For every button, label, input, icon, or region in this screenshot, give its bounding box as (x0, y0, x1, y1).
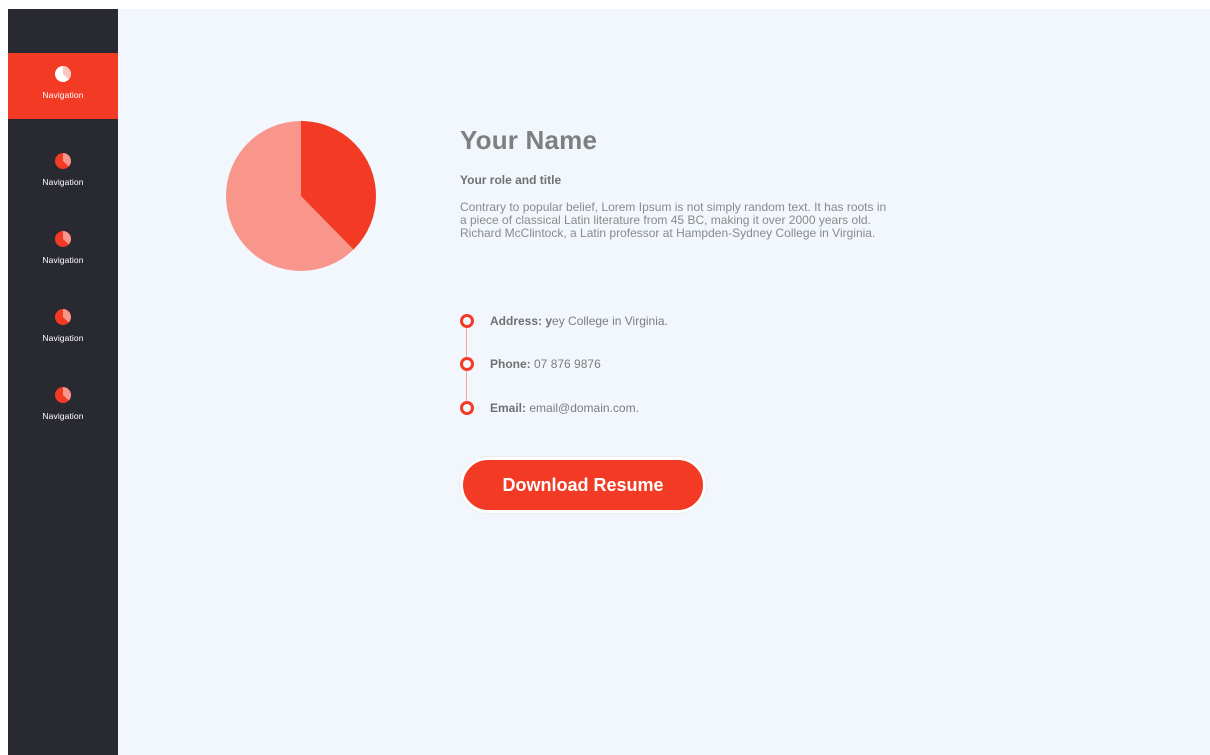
contact-phone-value: 07 876 9876 (530, 357, 601, 371)
sidebar-item-label: Navigation (42, 411, 84, 421)
timeline-ring-icon (460, 401, 474, 415)
profile-bio: Contrary to popular belief, Lorem Ipsum … (460, 200, 887, 240)
sidebar-item-label: Navigation (42, 90, 84, 100)
pie-chart-icon (55, 387, 71, 403)
contact-email-label: Email: (490, 401, 527, 415)
contact-timeline: Address: yey College in Virginia. Phone:… (460, 304, 860, 415)
pie-chart-icon (55, 66, 71, 82)
sidebar-item-3[interactable]: Navigation (8, 218, 118, 284)
app-frame: Navigation Navigation Navigation Navigat… (8, 9, 1210, 755)
download-resume-button[interactable]: Download Resume (460, 457, 706, 513)
pie-chart-icon (55, 153, 71, 169)
sidebar-item-1[interactable]: Navigation (8, 53, 118, 119)
profile-pie-graphic (226, 121, 376, 271)
contact-phone-text: Phone: 07 876 9876 (490, 357, 601, 371)
contact-phone-label: Phone: (490, 357, 531, 371)
pie-chart-icon (55, 231, 71, 247)
contact-address-value: ey College in Virginia. (552, 314, 668, 328)
contact-email-text: Email: email@domain.com. (490, 401, 639, 415)
timeline-ring-icon (460, 357, 474, 371)
contact-address-label: Address: y (490, 314, 553, 328)
sidebar-item-4[interactable]: Navigation (8, 296, 118, 362)
contact-address-text: Address: yey College in Virginia. (490, 314, 668, 328)
contact-address: Address: yey College in Virginia. (460, 313, 668, 329)
sidebar-item-2[interactable]: Navigation (8, 140, 118, 206)
contact-email: Email: email@domain.com. (460, 400, 639, 416)
timeline-ring-icon (460, 314, 474, 328)
pie-chart-icon (55, 309, 71, 325)
profile-section: Your Name Your role and title Contrary t… (460, 125, 900, 240)
main-content: Your Name Your role and title Contrary t… (118, 9, 1210, 755)
sidebar-item-label: Navigation (42, 177, 84, 187)
sidebar: Navigation Navigation Navigation Navigat… (8, 9, 118, 755)
sidebar-item-label: Navigation (42, 255, 84, 265)
profile-role: Your role and title (460, 173, 562, 187)
sidebar-item-label: Navigation (42, 333, 84, 343)
sidebar-item-5[interactable]: Navigation (8, 374, 118, 440)
profile-name: Your Name (460, 125, 598, 155)
contact-email-value: email@domain.com. (526, 401, 639, 415)
contact-phone: Phone: 07 876 9876 (460, 356, 601, 372)
